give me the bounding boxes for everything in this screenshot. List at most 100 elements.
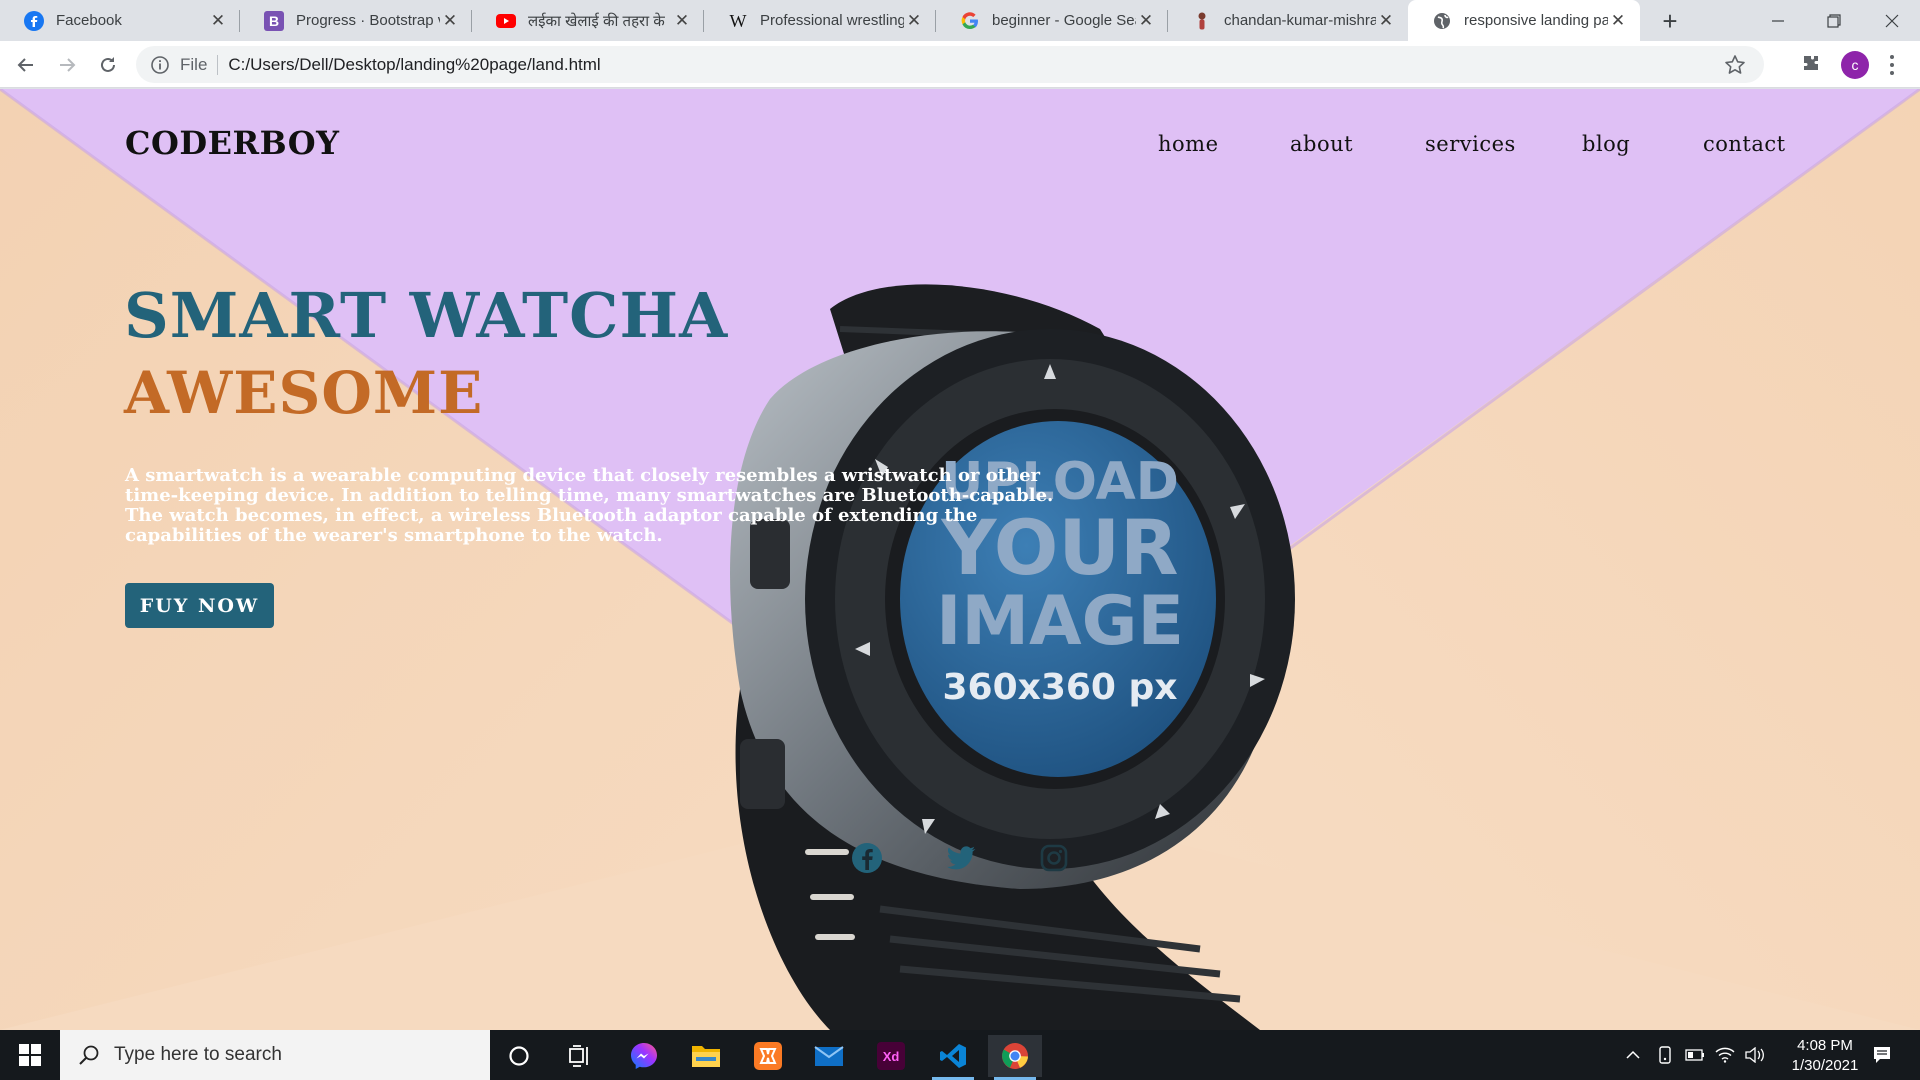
- nav-services[interactable]: services: [1425, 132, 1516, 156]
- tab-youtube[interactable]: लईका खेलाई की तहरा के ✕: [472, 0, 704, 41]
- close-tab-icon[interactable]: ✕: [440, 11, 460, 31]
- arrow-left-icon: [17, 58, 33, 72]
- folder-icon: [692, 1046, 720, 1067]
- tab-title: लईका खेलाई की तहरा के: [528, 12, 665, 30]
- mail-icon: [814, 1046, 844, 1066]
- minimize-button[interactable]: [1750, 0, 1806, 41]
- nav-blog[interactable]: blog: [1582, 132, 1630, 156]
- volume-indicator[interactable]: [1742, 1030, 1768, 1080]
- bookmark-star-icon[interactable]: [1724, 54, 1746, 76]
- adobe-xd-icon: Xd: [877, 1042, 905, 1070]
- description-line: time-keeping device. In addition to tell…: [125, 485, 1054, 506]
- svg-text:B: B: [269, 13, 279, 29]
- tab-wikipedia[interactable]: W Professional wrestling ✕: [704, 0, 936, 41]
- vscode-app[interactable]: [926, 1035, 980, 1080]
- forward-button[interactable]: [51, 49, 83, 81]
- close-tab-icon[interactable]: ✕: [1136, 11, 1156, 31]
- brand-logo[interactable]: CODERBOY: [125, 124, 339, 162]
- file-scheme-label: File: [180, 54, 208, 74]
- reload-icon: [101, 57, 115, 72]
- mail-app[interactable]: [802, 1035, 856, 1077]
- tab-google[interactable]: beginner - Google Sear ✕: [936, 0, 1168, 41]
- new-tab-button[interactable]: +: [1656, 7, 1684, 35]
- close-tab-icon[interactable]: ✕: [904, 11, 924, 31]
- google-icon: [960, 11, 980, 31]
- xampp-app[interactable]: [741, 1035, 795, 1077]
- tab-landing-page[interactable]: responsive landing pag ✕: [1408, 0, 1640, 41]
- close-tab-icon[interactable]: ✕: [208, 11, 228, 31]
- task-view-icon: [569, 1045, 588, 1067]
- browser-tabstrip: Facebook ✕ B Progress · Bootstrap v5 ✕ ल…: [0, 0, 1920, 41]
- tab-title: Progress · Bootstrap v5: [296, 12, 440, 29]
- description-line: capabilities of the wearer's smartphone …: [125, 525, 663, 546]
- task-view-button[interactable]: [553, 1035, 607, 1077]
- bootstrap-icon: B: [264, 10, 284, 31]
- vscode-icon: [940, 1044, 966, 1068]
- speaker-icon: [1745, 1047, 1764, 1063]
- close-window-button[interactable]: [1864, 0, 1920, 41]
- buy-now-button[interactable]: FUY NOW: [125, 583, 274, 628]
- notification-icon: [1874, 1047, 1890, 1063]
- restore-button[interactable]: [1806, 0, 1862, 41]
- hero-title-line2: AWESOME: [124, 359, 484, 427]
- nav-about[interactable]: about: [1290, 132, 1353, 156]
- facebook-icon: [24, 10, 44, 31]
- start-button[interactable]: [0, 1030, 60, 1080]
- arrow-right-icon: [60, 58, 76, 72]
- divider: [217, 54, 219, 75]
- show-hidden-icons[interactable]: [1622, 1030, 1644, 1080]
- description-line: The watch becomes, in effect, a wireless…: [125, 505, 978, 526]
- browser-toolbar: File C:/Users/Dell/Desktop/landing%20pag…: [0, 41, 1920, 88]
- tab-title: Facebook: [56, 12, 122, 29]
- info-icon[interactable]: [150, 55, 170, 75]
- wikipedia-icon: W: [728, 11, 748, 31]
- windows-taskbar: Type here to search Xd 4:08 PM 1/30/2021: [0, 1030, 1920, 1080]
- messenger-icon: [631, 1043, 657, 1069]
- instagram-icon[interactable]: [1037, 841, 1071, 875]
- watch-screen-text: IMAGE: [936, 582, 1184, 661]
- tab-facebook[interactable]: Facebook ✕: [0, 0, 240, 41]
- close-tab-icon[interactable]: ✕: [672, 11, 692, 31]
- close-tab-icon[interactable]: ✕: [1608, 11, 1628, 31]
- xampp-icon: [754, 1042, 782, 1070]
- extensions-puzzle-icon[interactable]: [1800, 53, 1822, 75]
- tab-title: chandan-kumar-mishra: [1224, 12, 1376, 29]
- taskbar-search[interactable]: Type here to search: [60, 1030, 490, 1080]
- tab-title: Professional wrestling: [760, 12, 904, 29]
- cortana-icon: [509, 1046, 529, 1066]
- menu-more-icon[interactable]: [1884, 52, 1900, 78]
- cortana-button[interactable]: [492, 1035, 546, 1077]
- tab-title: beginner - Google Sear: [992, 12, 1136, 29]
- messenger-app[interactable]: [617, 1035, 671, 1077]
- url-text[interactable]: C:/Users/Dell/Desktop/landing%20page/lan…: [228, 55, 600, 75]
- adobe-xd-app[interactable]: Xd: [864, 1035, 918, 1077]
- facebook-icon[interactable]: [850, 841, 884, 875]
- file-explorer-app[interactable]: [679, 1035, 733, 1077]
- chrome-app[interactable]: [988, 1035, 1042, 1080]
- wifi-indicator[interactable]: [1712, 1030, 1738, 1080]
- chevron-up-icon: [1626, 1050, 1640, 1059]
- address-bar[interactable]: File C:/Users/Dell/Desktop/landing%20pag…: [136, 46, 1764, 83]
- wifi-icon: [1715, 1047, 1735, 1063]
- action-center-button[interactable]: [1862, 1030, 1902, 1080]
- tab-bootstrap[interactable]: B Progress · Bootstrap v5 ✕: [240, 0, 472, 41]
- nav-home[interactable]: home: [1158, 132, 1219, 156]
- search-placeholder: Type here to search: [114, 1044, 282, 1065]
- description-line: A smartwatch is a wearable computing dev…: [125, 465, 1041, 486]
- tray-device-icon[interactable]: [1652, 1030, 1678, 1080]
- profile-avatar[interactable]: c: [1841, 51, 1869, 79]
- tab-github[interactable]: chandan-kumar-mishra ✕: [1168, 0, 1408, 41]
- battery-indicator[interactable]: [1682, 1030, 1708, 1080]
- landing-page: CODERBOY home about services blog contac…: [0, 89, 1920, 1030]
- reload-button[interactable]: [92, 49, 124, 81]
- globe-icon: [1432, 11, 1452, 31]
- windows-logo-icon: [19, 1044, 41, 1066]
- close-tab-icon[interactable]: ✕: [1376, 11, 1396, 31]
- hero-title-line1: SMART WATCHA: [124, 279, 729, 352]
- twitter-icon[interactable]: [944, 841, 978, 875]
- svg-text:Xd: Xd: [883, 1049, 900, 1064]
- back-button[interactable]: [10, 49, 42, 81]
- tab-title: responsive landing pag: [1464, 12, 1608, 29]
- nav-contact[interactable]: contact: [1703, 132, 1786, 156]
- chrome-icon: [1002, 1043, 1028, 1069]
